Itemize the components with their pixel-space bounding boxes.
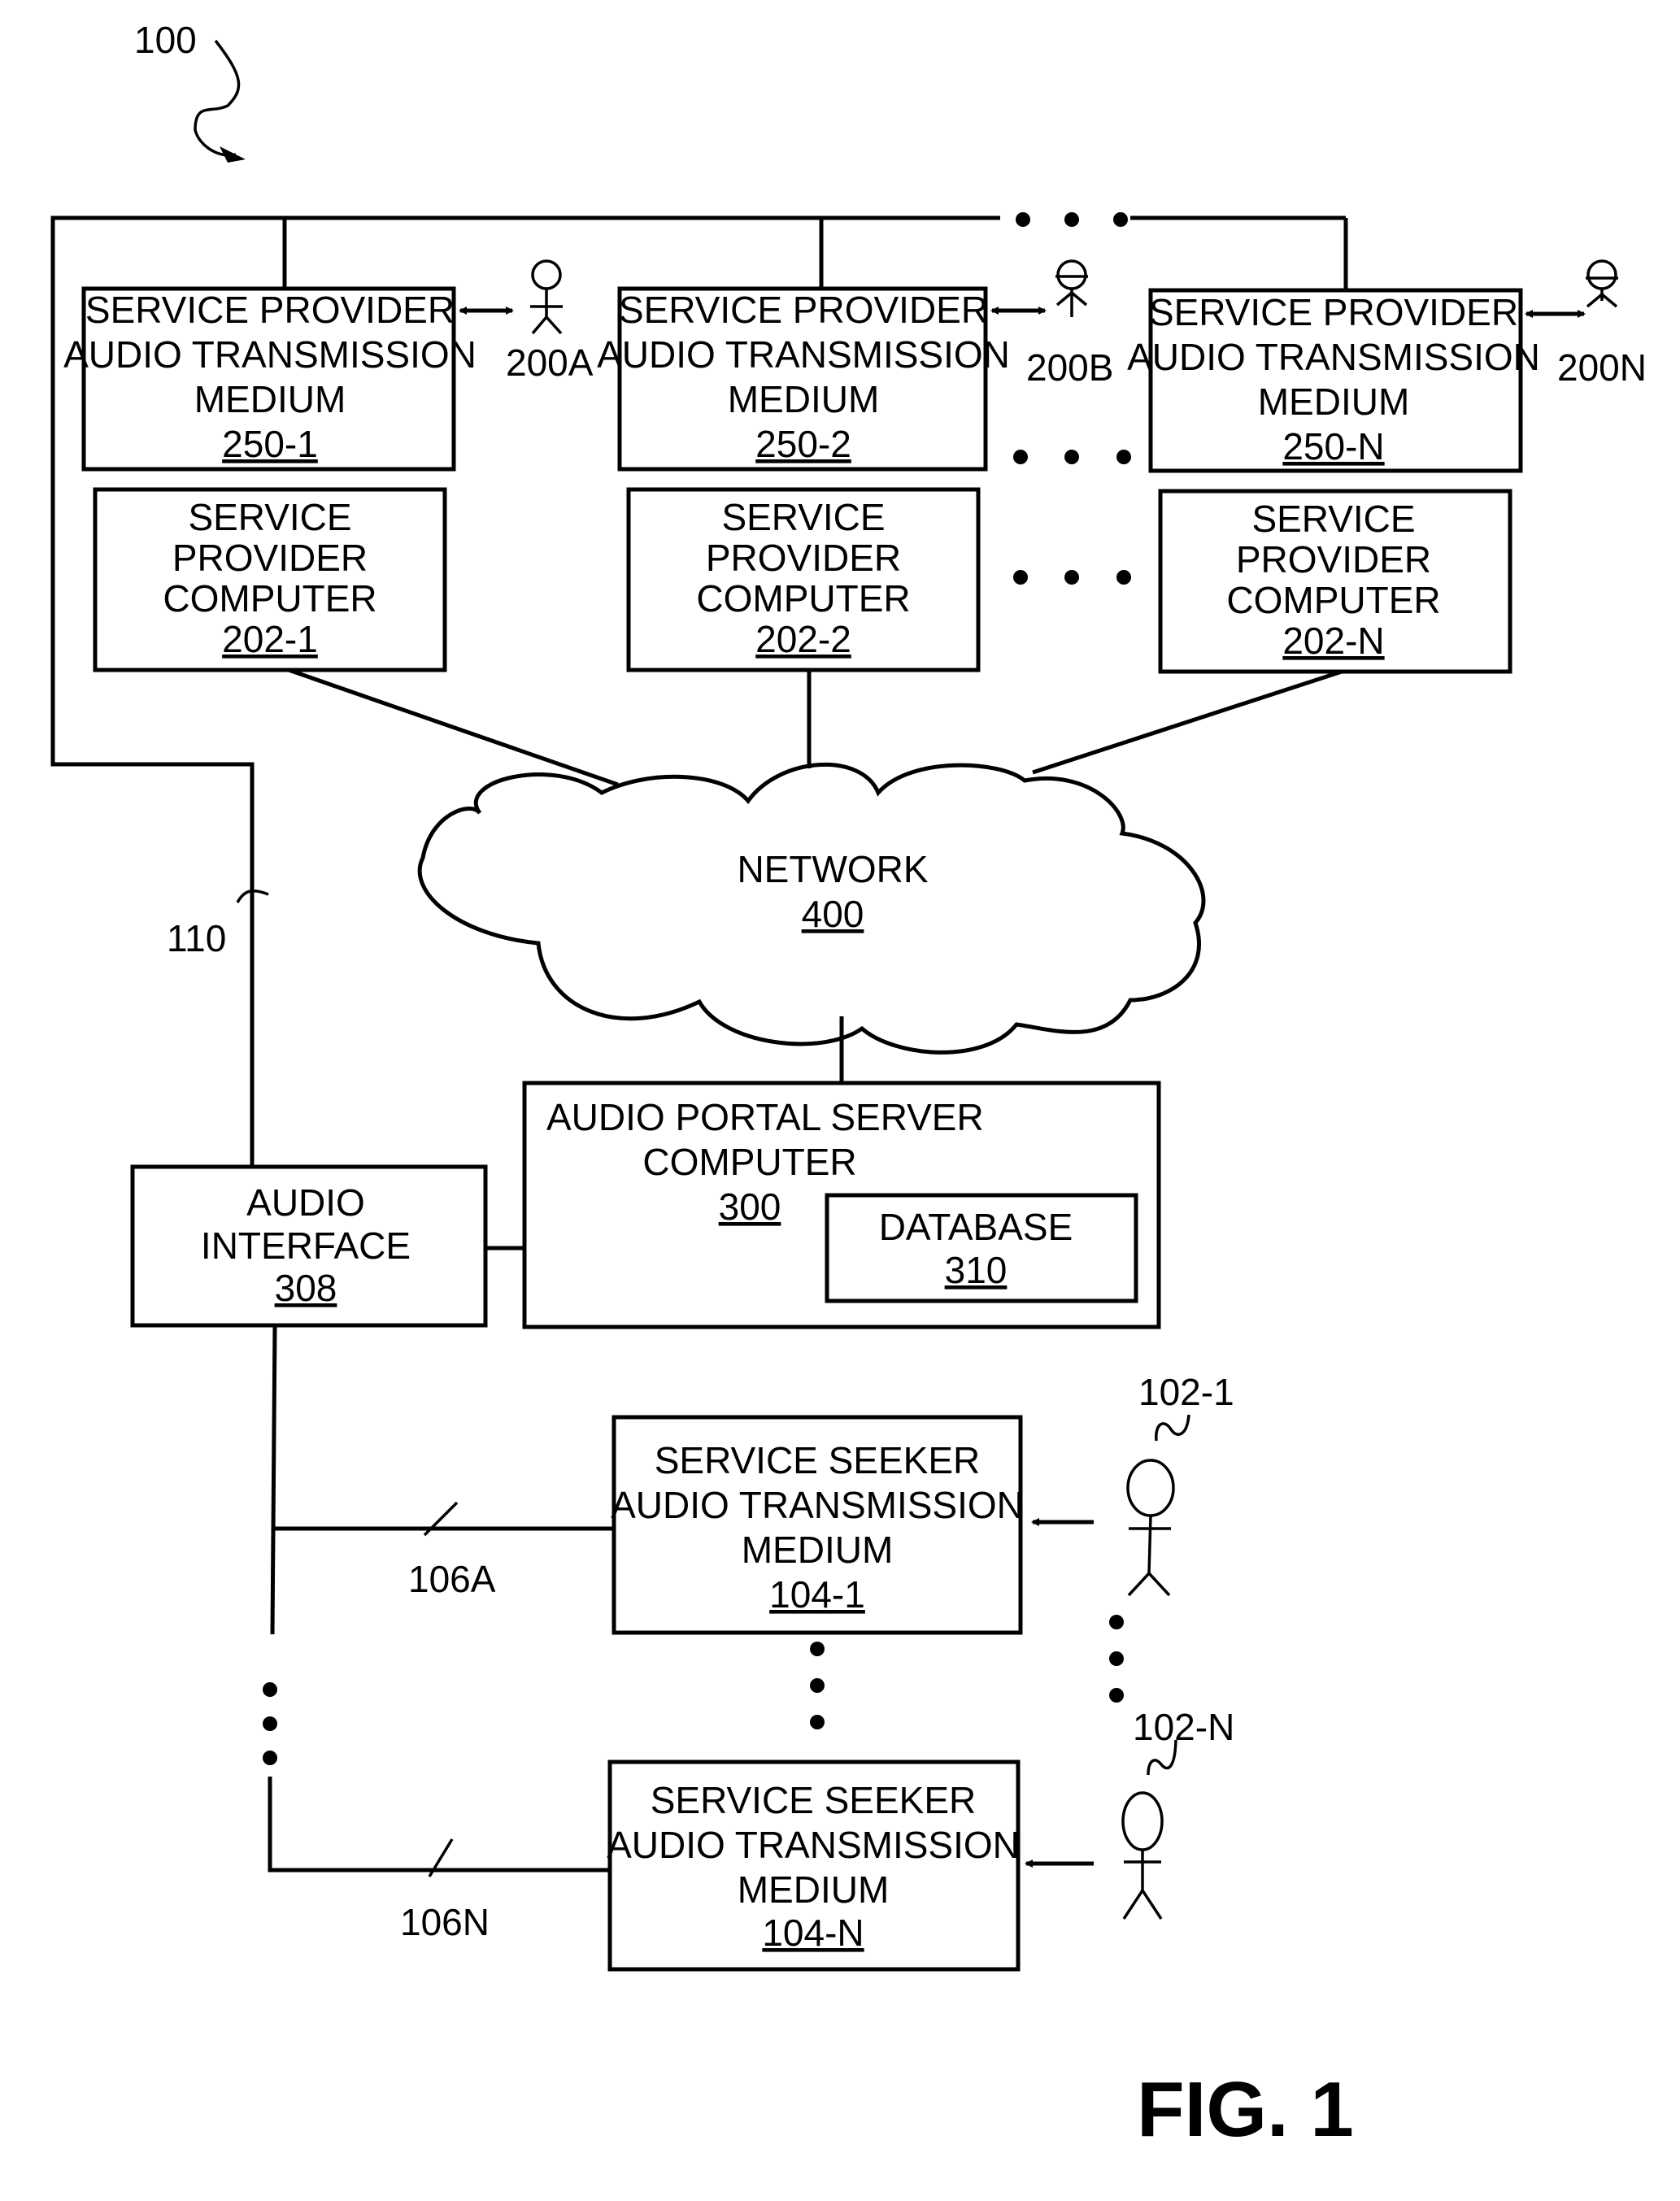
box-line: AUDIO TRANSMISSION [1127,336,1540,378]
provider-person-icon [530,259,563,335]
box-ref: 104-1 [769,1573,865,1616]
box-line: SERVICE PROVIDER [1149,291,1518,333]
ellipsis-dot [263,1751,277,1765]
box-line: AUDIO TRANSMISSION [611,1484,1024,1526]
provider-medium-box-250-2: SERVICE PROVIDER AUDIO TRANSMISSION MEDI… [597,286,1010,472]
seeker-line-ref: 106N [400,1901,490,1943]
ellipsis-dot [810,1642,825,1656]
ellipsis-dot [1116,450,1131,464]
provider-computer-box-202-N: SERVICE PROVIDER COMPUTER 202-N [1158,489,1512,674]
provider-person-icon [1586,259,1618,308]
box-line: PROVIDER [706,537,901,579]
box-line: SERVICE [721,496,885,538]
patent-figure: 100 110 SERVICE PROVIDER AUDIO TRANSMISS… [50,19,1647,2153]
ellipsis-dot [1064,212,1079,227]
box-line: COMPUTER [1226,579,1440,621]
seeker-medium-box-104-1: SERVICE SEEKER AUDIO TRANSMISSION MEDIUM… [611,1415,1024,1635]
ellipsis-dot [1013,570,1028,585]
box-line: SERVICE SEEKER [651,1779,977,1821]
bus-ref-label: 110 [167,917,226,959]
link-202-N-to-network [1032,669,1343,775]
ellipsis-dot [1109,1688,1124,1703]
provider-person-icon [1055,259,1088,317]
database-label: DATABASE [879,1206,1073,1248]
ellipsis-dot [810,1678,825,1693]
box-ref: 202-N [1282,620,1384,662]
seeker-line-ref: 106A [408,1558,496,1600]
database-box-310: DATABASE 310 [825,1193,1138,1303]
audio-interface-box-308: AUDIO INTERFACE 308 [130,1164,488,1328]
network-ref: 400 [802,893,864,935]
box-line: MEDIUM [728,378,880,420]
provider-computer-box-202-1: SERVICE PROVIDER COMPUTER 202-1 [93,487,447,672]
provider-person-ref: 200B [1026,346,1113,389]
provider-computer-box-202-2: SERVICE PROVIDER COMPUTER 202-2 [626,487,981,672]
ellipsis-dot [1116,570,1131,585]
link-202-1-to-network [288,668,619,787]
box-ref: 300 [719,1185,781,1228]
box-line: SERVICE SEEKER [655,1439,981,1481]
seeker-ref-leader [1155,1414,1190,1442]
box-ref: 202-2 [755,618,851,660]
box-line: MEDIUM [1258,381,1410,423]
seeker-person-ref: 102-1 [1138,1371,1234,1413]
box-line: AUDIO TRANSMISSION [63,333,477,376]
box-line: AUDIO TRANSMISSION [607,1824,1020,1866]
provider-person-ref: 200N [1557,346,1647,389]
ellipsis-dot [1064,570,1079,585]
box-line: SERVICE [188,496,351,538]
ellipsis-dot [1013,450,1028,464]
box-line: AUDIO PORTAL SERVER [546,1096,984,1138]
box-line: MEDIUM [742,1529,894,1571]
ellipsis-dot [1113,212,1128,227]
system-ref-squiggle [194,39,241,157]
box-line: COMPUTER [642,1141,856,1183]
box-line: AUDIO [246,1181,365,1224]
box-ref: 250-2 [755,423,851,465]
ellipsis-dot [1064,450,1079,464]
box-ref: 202-1 [222,618,318,660]
ellipsis-dot [810,1715,825,1729]
box-ref: 250-1 [222,423,318,465]
box-line: SERVICE PROVIDER [85,289,455,331]
ellipsis-dot [263,1682,277,1697]
figure-label: FIG. 1 [1137,2066,1354,2153]
box-ref: 250-N [1282,425,1384,468]
ellipsis-dot [1109,1651,1124,1666]
box-line: COMPUTER [163,577,376,620]
box-line: INTERFACE [201,1224,411,1267]
box-line: PROVIDER [1236,538,1431,581]
provider-medium-box-250-N: SERVICE PROVIDER AUDIO TRANSMISSION MEDI… [1127,288,1540,473]
box-ref: 104-N [762,1912,864,1954]
provider-person-ref: 200A [506,341,594,384]
seeker-person-icon [1121,1791,1164,1920]
seeker-person-ref: 102-N [1133,1706,1234,1748]
network-label: NETWORK [737,848,928,890]
box-line: SERVICE PROVIDER [619,289,988,331]
box-ref: 308 [275,1267,337,1309]
box-line: PROVIDER [172,537,368,579]
provider-medium-box-250-1: SERVICE PROVIDER AUDIO TRANSMISSION MEDI… [63,286,477,472]
ellipsis-dot [1016,212,1030,227]
box-line: AUDIO TRANSMISSION [597,333,1010,376]
ellipsis-dot [263,1716,277,1731]
seeker-person-icon [1126,1459,1175,1597]
database-ref: 310 [945,1249,1008,1291]
box-line: MEDIUM [738,1868,890,1911]
box-line: MEDIUM [194,378,346,420]
ellipsis-dot [1109,1615,1124,1629]
seeker-medium-box-104-N: SERVICE SEEKER AUDIO TRANSMISSION MEDIUM… [607,1759,1021,1972]
box-line: SERVICE [1251,498,1415,540]
box-line: COMPUTER [696,577,910,620]
system-ref-label: 100 [134,19,197,61]
